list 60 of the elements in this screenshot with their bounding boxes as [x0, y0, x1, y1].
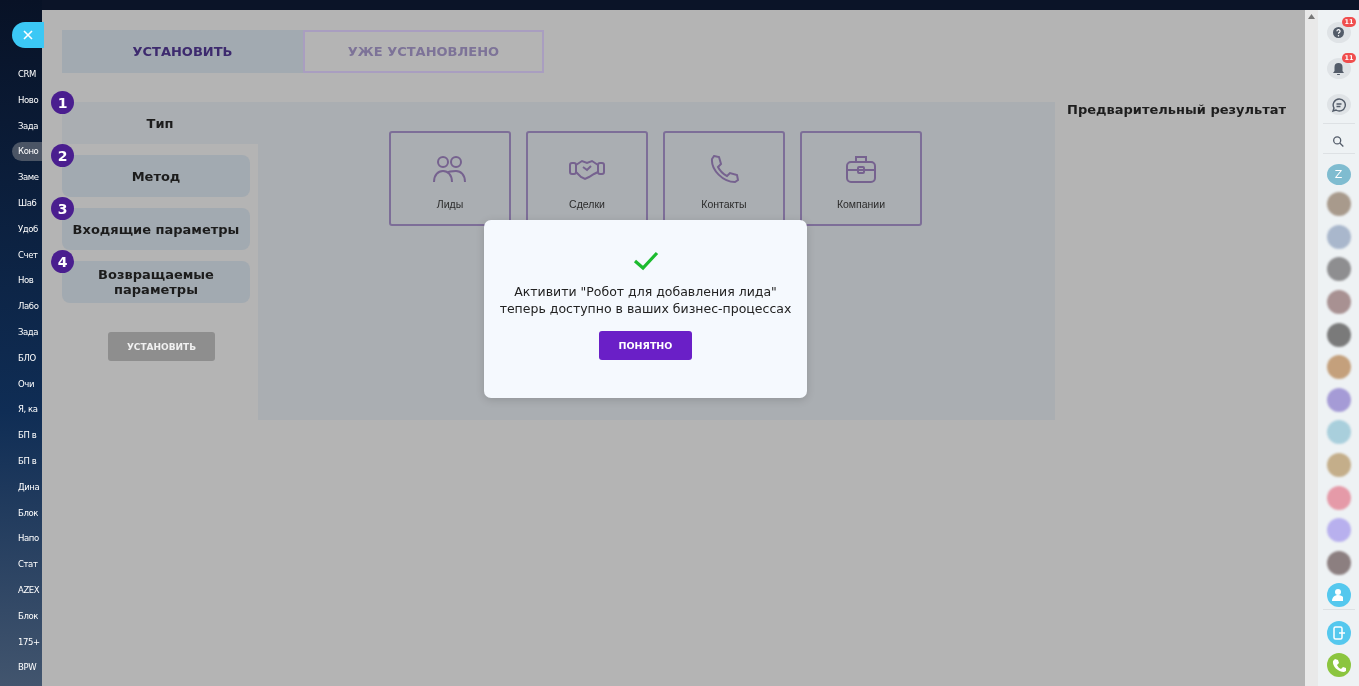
step-number-badge: 2 — [51, 144, 74, 167]
sidebar-item[interactable]: Ново — [12, 87, 42, 114]
avatar[interactable] — [1326, 387, 1351, 412]
entity-type-card[interactable]: Лиды — [389, 131, 511, 226]
avatar[interactable] — [1326, 518, 1351, 543]
sidebar-item[interactable]: CRM — [12, 62, 42, 88]
avatar[interactable] — [1326, 452, 1351, 477]
sidebar-item[interactable]: Напо — [12, 526, 42, 553]
sidebar-item[interactable]: Удоб — [12, 216, 42, 243]
sidebar-item[interactable]: Зада — [12, 113, 42, 140]
chat-icon — [1331, 97, 1346, 112]
people-icon — [432, 154, 468, 184]
sidebar-item[interactable]: Блок — [12, 500, 42, 527]
scroll-up-icon — [1308, 14, 1315, 19]
close-icon — [23, 30, 33, 40]
sidebar-item[interactable]: Стат — [12, 552, 42, 578]
step-number-badge: 1 — [51, 91, 74, 114]
dialog-message: Активити "Робот для добавления лида" теперь доступно в ваших бизнес-процессах — [498, 283, 793, 317]
sidebar-item[interactable]: Нов — [12, 268, 42, 295]
sidebar-item[interactable]: Коно — [12, 142, 42, 162]
sidebar-item[interactable]: Очи — [12, 371, 42, 398]
bell-icon — [1333, 62, 1344, 75]
avatar[interactable] — [1326, 224, 1351, 249]
help-icon — [1333, 27, 1344, 38]
entity-type-card[interactable]: Компании — [800, 131, 922, 226]
avatar[interactable] — [1326, 257, 1351, 282]
contact-icon[interactable] — [1326, 583, 1351, 608]
sidebar-item[interactable]: 175+ — [12, 629, 42, 656]
sidebar-item[interactable]: БП в — [12, 448, 42, 475]
checkmark-icon — [632, 251, 659, 271]
phone-icon — [709, 154, 739, 184]
avatar[interactable] — [1326, 192, 1351, 217]
close-button[interactable] — [12, 22, 44, 48]
ok-button[interactable]: ПОНЯТНО — [599, 331, 692, 360]
sidebar-item[interactable]: Зада — [12, 319, 42, 346]
avatar[interactable] — [1326, 485, 1351, 510]
step-number-badge: 3 — [51, 197, 74, 220]
avatar[interactable] — [1326, 355, 1351, 380]
preview-title: Предварительный результат — [1067, 102, 1287, 117]
avatar[interactable] — [1326, 550, 1351, 575]
sidebar-item[interactable]: БП в — [12, 423, 42, 449]
sidebar-item[interactable]: BPW — [12, 655, 42, 682]
avatar[interactable] — [1326, 322, 1351, 347]
phone-transfer-icon[interactable] — [1326, 620, 1351, 645]
sidebar-item[interactable]: AZEX — [12, 577, 42, 604]
avatar[interactable] — [1326, 290, 1351, 314]
sidebar-item[interactable]: Шаб — [12, 191, 42, 217]
sidebar-item[interactable]: Дина — [12, 474, 42, 501]
sidebar-item[interactable]: Счет — [12, 242, 42, 269]
sidebar-item[interactable]: Лабо — [12, 294, 42, 320]
call-icon[interactable] — [1326, 653, 1351, 678]
search-icon[interactable] — [1332, 135, 1345, 148]
tab[interactable]: УСТАНОВИТЬ — [62, 30, 303, 73]
sidebar-item[interactable]: БЛО — [12, 345, 42, 372]
sidebar-item[interactable]: Заме — [12, 165, 42, 191]
sidebar-item[interactable]: Я, ка — [12, 397, 42, 424]
step-number-badge: 4 — [51, 250, 74, 273]
scrollbar[interactable] — [1305, 10, 1318, 686]
sidebar-item[interactable]: Блок — [12, 603, 42, 630]
briefcase-icon — [845, 154, 877, 184]
